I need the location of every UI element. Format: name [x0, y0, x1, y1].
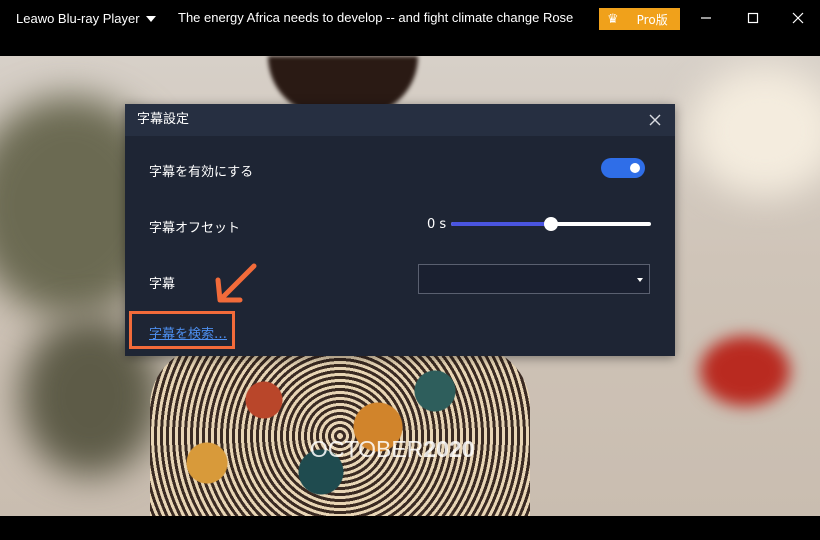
maximize-icon	[747, 12, 759, 24]
subtitle-offset-value: 0 s	[427, 217, 447, 232]
enable-subtitle-toggle[interactable]	[601, 158, 645, 178]
background-flower	[700, 336, 790, 406]
person-shirt	[150, 346, 530, 516]
watermark-bold: 2020	[423, 436, 475, 462]
maximize-button[interactable]	[730, 0, 776, 36]
close-icon	[649, 114, 661, 126]
enable-subtitle-label: 字幕を有効にする	[149, 165, 254, 180]
highlight-box	[129, 311, 235, 349]
app-name: Leawo Blu-ray Player	[16, 10, 140, 26]
pro-upgrade-button[interactable]: ♛ Pro版	[599, 8, 680, 30]
background-light	[690, 66, 820, 196]
dialog-close-button[interactable]	[641, 106, 669, 134]
toggle-knob	[630, 163, 640, 173]
subtitle-label: 字幕	[149, 277, 176, 292]
pointer-arrow-icon	[215, 263, 257, 303]
subtitle-select[interactable]	[418, 264, 650, 294]
crown-icon: ♛	[607, 11, 619, 27]
video-watermark: OCTOBER2020	[310, 436, 475, 463]
subtitle-offset-label: 字幕オフセット	[149, 221, 241, 236]
close-window-button[interactable]	[775, 0, 820, 36]
minimize-icon	[701, 17, 711, 19]
dialog-header: 字幕設定	[125, 104, 675, 136]
slider-fill	[451, 222, 551, 226]
slider-thumb[interactable]	[544, 217, 558, 231]
caret-down-icon	[145, 16, 156, 22]
app-menu-button[interactable]: Leawo Blu-ray Player	[16, 0, 156, 36]
title-bar: Leawo Blu-ray Player The energy Africa n…	[0, 0, 820, 36]
dialog-title: 字幕設定	[137, 112, 190, 127]
video-title: The energy Africa needs to develop -- an…	[178, 10, 574, 25]
minimize-button[interactable]	[683, 0, 729, 36]
pro-label: Pro版	[636, 12, 668, 27]
watermark-light: OCTOBER	[310, 436, 424, 462]
close-icon	[792, 12, 804, 24]
subtitle-offset-slider[interactable]	[451, 217, 651, 231]
dropdown-arrow-icon	[637, 278, 643, 282]
